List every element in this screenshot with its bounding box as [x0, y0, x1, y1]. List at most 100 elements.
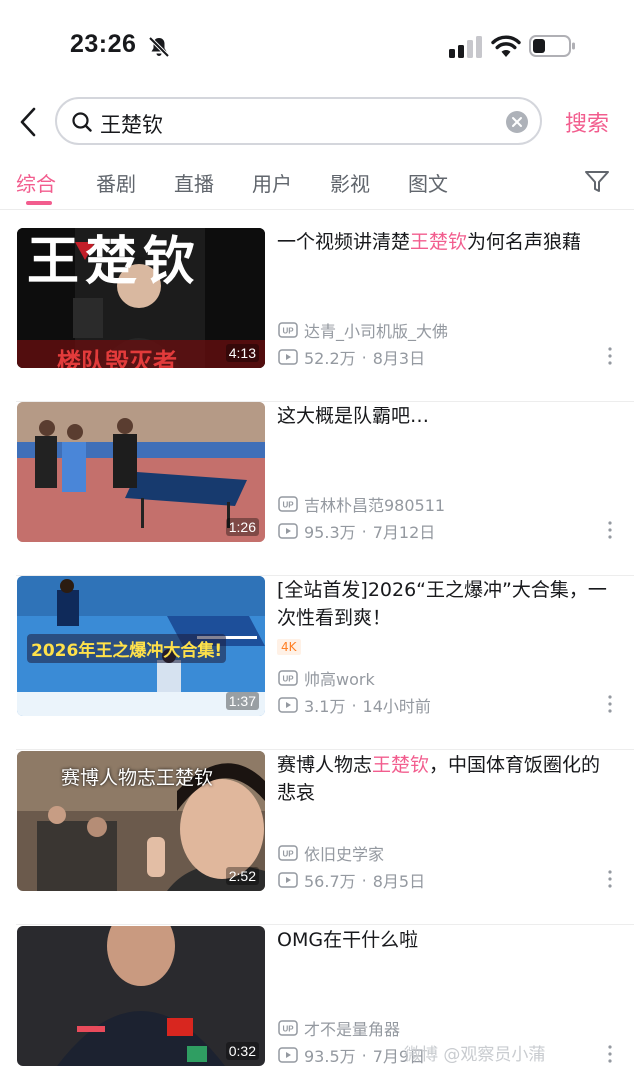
uploader-row[interactable]: UP 达青_小司机版_大佛	[278, 318, 448, 342]
quality-badge: 4K	[277, 639, 301, 655]
watermark: 微博 @观察员小蒲	[404, 1045, 546, 1065]
more-options-icon[interactable]	[608, 521, 612, 539]
publish-date: 14小时前	[362, 697, 431, 716]
play-count-icon	[278, 697, 298, 713]
video-result[interactable]: 赛博人物志王楚钦 2:52 赛博人物志王楚钦，中国体育饭圈化的悲哀 UP 依旧史…	[0, 751, 634, 925]
filter-icon[interactable]	[584, 170, 610, 194]
view-count: 3.1万	[304, 697, 346, 716]
clear-search-button[interactable]	[506, 111, 528, 133]
video-thumbnail[interactable]: 2026年王之爆冲大合集! 1:37	[17, 576, 265, 716]
cellular-signal-icon	[449, 36, 482, 58]
video-result[interactable]: 王楚钦 楼队毁灭者 4:13 一个视频讲清楚王楚钦为何名声狼藉 UP 达青_小司…	[0, 228, 634, 402]
video-result[interactable]: 1:26 这大概是队霸吧… UP 吉林朴昌范980511 95.3万 · 7月12日	[0, 402, 634, 576]
svg-text:UP: UP	[282, 1025, 294, 1034]
video-title: OMG在干什么啦	[277, 929, 419, 951]
status-time: 23:26	[70, 30, 137, 58]
up-badge-icon: UP	[278, 496, 298, 512]
title-highlight: 王楚钦	[372, 754, 430, 776]
separator-dot: ·	[361, 870, 367, 890]
stats-row: 56.7万 · 8月5日	[278, 868, 425, 892]
close-icon	[512, 117, 522, 127]
play-count-icon	[278, 349, 298, 365]
video-duration: 2:52	[225, 867, 259, 885]
more-options-icon[interactable]	[608, 695, 612, 713]
publish-date: 8月5日	[372, 872, 426, 891]
view-count: 56.7万	[304, 872, 356, 891]
back-arrow-icon[interactable]	[14, 104, 44, 140]
title-highlight: 王楚钦	[410, 231, 468, 253]
svg-text:UP: UP	[282, 327, 294, 336]
tab-bangumi[interactable]: 番剧	[96, 168, 136, 197]
search-query: 王楚钦	[100, 113, 163, 137]
uploader-name: 帅高work	[304, 670, 375, 689]
separator-dot: ·	[361, 347, 367, 367]
uploader-row[interactable]: UP 才不是量角器	[278, 1016, 400, 1040]
view-count: 52.2万	[304, 349, 356, 368]
uploader-name: 依旧史学家	[304, 845, 385, 864]
view-count: 95.3万	[304, 523, 356, 542]
up-badge-icon: UP	[278, 1020, 298, 1036]
battery-icon	[529, 35, 575, 57]
svg-text:UP: UP	[282, 675, 294, 684]
tab-bar: 综合 番剧 直播 用户 影视 图文	[0, 160, 634, 210]
up-badge-icon: UP	[278, 670, 298, 686]
thumbnail-caption: 王楚钦	[27, 232, 202, 292]
video-duration: 1:37	[225, 692, 259, 710]
tab-all[interactable]: 综合	[16, 168, 56, 197]
uploader-row[interactable]: UP 依旧史学家	[278, 841, 384, 865]
search-input[interactable]: 王楚钦	[55, 97, 542, 145]
svg-text:UP: UP	[282, 850, 294, 859]
tab-articles[interactable]: 图文	[408, 168, 448, 197]
publish-date: 8月3日	[372, 349, 426, 368]
tab-users[interactable]: 用户	[252, 168, 292, 197]
up-badge-icon: UP	[278, 322, 298, 338]
video-thumbnail[interactable]: 赛博人物志王楚钦 2:52	[17, 751, 265, 891]
separator-dot: ·	[351, 695, 357, 715]
tab-films[interactable]: 影视	[330, 168, 370, 197]
stats-row: 95.3万 · 7月12日	[278, 519, 435, 543]
active-tab-indicator	[26, 201, 52, 205]
uploader-row[interactable]: UP 吉林朴昌范980511	[278, 492, 445, 516]
uploader-name: 才不是量角器	[304, 1020, 401, 1039]
video-thumbnail[interactable]: 0:32	[17, 926, 265, 1066]
view-count: 93.5万	[304, 1047, 356, 1066]
up-badge-icon: UP	[278, 845, 298, 861]
uploader-name: 吉林朴昌范980511	[304, 496, 446, 515]
thumbnail-caption: 赛博人物志王楚钦	[61, 767, 214, 789]
video-thumbnail[interactable]: 1:26	[17, 402, 265, 542]
more-options-icon[interactable]	[608, 1045, 612, 1063]
video-duration: 1:26	[225, 518, 259, 536]
video-result[interactable]: 2026年王之爆冲大合集! 1:37 [全站首发]2026“王之爆冲”大合集，一…	[0, 576, 634, 750]
video-title: 这大概是队霸吧…	[277, 405, 430, 427]
video-title: 赛博人物志王楚钦，中国体育饭圈化的悲哀	[277, 751, 617, 807]
play-count-icon	[278, 523, 298, 539]
uploader-row[interactable]: UP 帅高work	[278, 666, 375, 690]
video-title: 一个视频讲清楚王楚钦为何名声狼藉	[277, 228, 617, 256]
video-thumbnail[interactable]: 王楚钦 楼队毁灭者 4:13	[17, 228, 265, 368]
separator-dot: ·	[361, 1045, 367, 1065]
search-icon	[72, 112, 92, 132]
separator-dot: ·	[361, 521, 367, 541]
title-text: 赛博人物志	[277, 754, 373, 776]
video-title: [全站首发]2026“王之爆冲”大合集，一次性看到爽！	[277, 579, 607, 629]
status-bar: 23:26	[0, 0, 634, 92]
title-text: 一个视频讲清楚	[277, 231, 411, 253]
wifi-icon	[491, 35, 521, 57]
thumbnail-subcaption: 楼队毁灭者	[57, 348, 177, 368]
video-duration: 4:13	[225, 344, 259, 362]
search-button[interactable]: 搜索	[565, 106, 609, 138]
play-count-icon	[278, 872, 298, 888]
tab-live[interactable]: 直播	[174, 168, 214, 197]
more-options-icon[interactable]	[608, 870, 612, 888]
svg-text:UP: UP	[282, 501, 294, 510]
stats-row: 52.2万 · 8月3日	[278, 345, 425, 369]
divider	[16, 924, 634, 925]
thumbnail-caption: 2026年王之爆冲大合集!	[27, 634, 227, 663]
play-count-icon	[278, 1047, 298, 1063]
title-text: 为何名声狼藉	[467, 231, 582, 253]
video-duration: 0:32	[225, 1042, 259, 1060]
publish-date: 7月12日	[372, 523, 436, 542]
more-options-icon[interactable]	[608, 347, 612, 365]
uploader-name: 达青_小司机版_大佛	[304, 322, 449, 341]
divider	[16, 749, 634, 750]
